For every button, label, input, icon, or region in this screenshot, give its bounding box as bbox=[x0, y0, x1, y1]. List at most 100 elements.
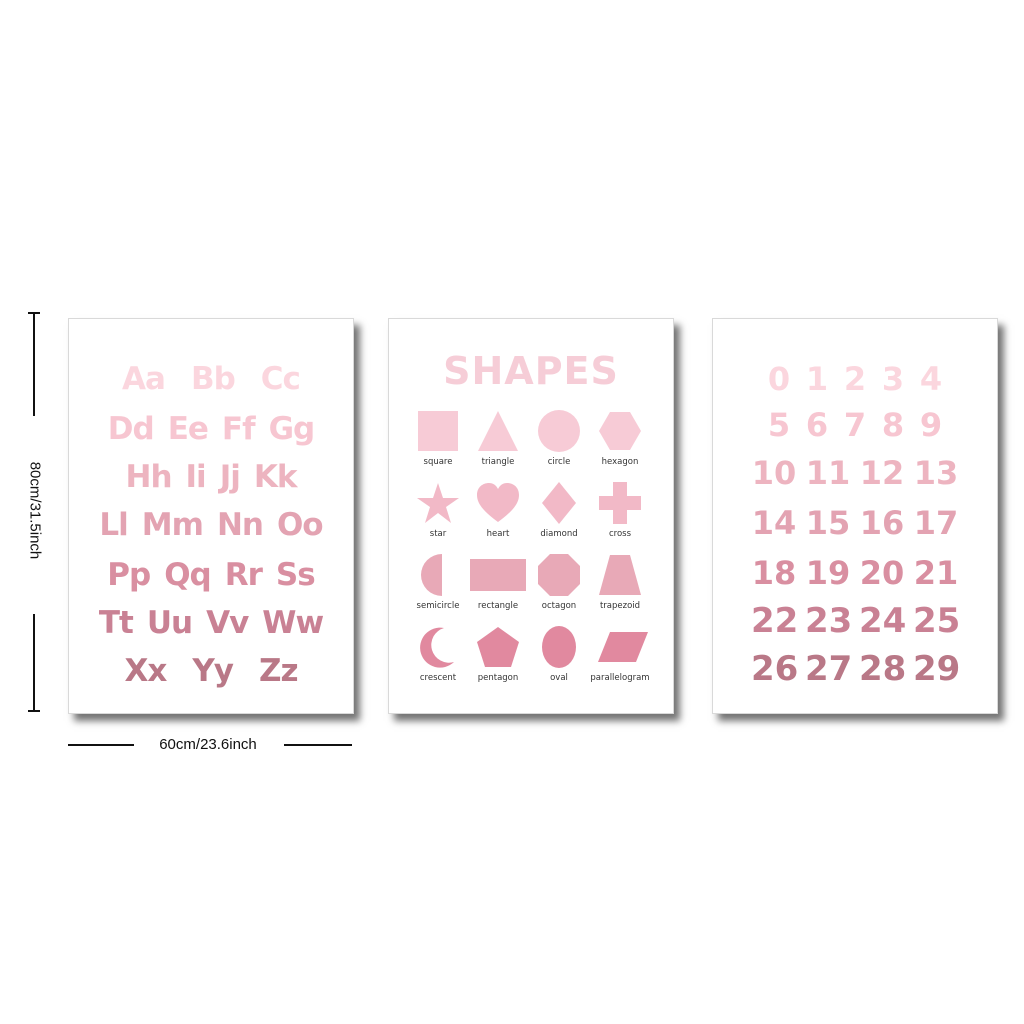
alphabet-letter-pair: Zz bbox=[259, 653, 299, 689]
number-glyph: 24 bbox=[859, 601, 907, 641]
number-glyph: 23 bbox=[805, 601, 853, 641]
height-dimension-tick-bottom bbox=[28, 710, 40, 712]
alphabet-letter-pair: Rr bbox=[224, 557, 263, 593]
alphabet-row: Pp Qq Rr Ss bbox=[69, 555, 353, 595]
number-glyph: 5 bbox=[767, 406, 791, 444]
alphabet-row: Hh Ii Jj Kk bbox=[69, 457, 353, 497]
height-dimension-label: 80cm/31.5inch bbox=[26, 461, 44, 560]
star-shape-icon bbox=[417, 483, 459, 523]
alphabet-letter-pair: Ss bbox=[275, 557, 316, 593]
octagon-shape-icon bbox=[538, 554, 580, 596]
number-glyph: 12 bbox=[859, 454, 905, 492]
alphabet-row: Tt Uu Vv Ww bbox=[69, 603, 353, 643]
numbers-row: 18 19 20 21 bbox=[713, 553, 997, 593]
alphabet-letter-pair: Aa bbox=[122, 361, 166, 397]
alphabet-letter-pair: Ee bbox=[167, 411, 209, 447]
number-glyph: 6 bbox=[805, 406, 829, 444]
number-glyph: 7 bbox=[843, 406, 867, 444]
pentagon-shape-icon bbox=[477, 627, 519, 667]
numbers-row: 01234 bbox=[713, 359, 997, 399]
numbers-row: 14 15 16 17 bbox=[713, 503, 997, 543]
shape-card-cross: cross bbox=[585, 481, 655, 541]
alphabet-letter-pair: Ll bbox=[99, 507, 128, 543]
width-dimension-label: 60cm/23.6inch bbox=[159, 736, 257, 753]
alphabet-letter-pair: Kk bbox=[253, 459, 298, 495]
diamond-shape-icon bbox=[542, 482, 576, 524]
height-dimension-line-top bbox=[33, 312, 35, 416]
numbers-row: 56789 bbox=[713, 405, 997, 445]
number-glyph: 2 bbox=[843, 360, 867, 398]
number-glyph: 26 bbox=[751, 649, 799, 689]
alphabet-letter-pair: Ff bbox=[221, 411, 256, 447]
number-glyph: 10 bbox=[751, 454, 797, 492]
shape-card-parallelogram: parallelogram bbox=[585, 625, 655, 685]
width-dimension-line-left bbox=[68, 744, 134, 746]
semicircle-shape-icon bbox=[421, 554, 442, 596]
alphabet-letter-pair: Nn bbox=[216, 507, 264, 543]
numbers-row: 26 27 28 29 bbox=[713, 649, 997, 689]
circle-shape-icon bbox=[538, 410, 580, 452]
alphabet-letter-pair: Uu bbox=[146, 605, 193, 641]
number-glyph: 3 bbox=[881, 360, 905, 398]
shape-label: cross bbox=[608, 529, 632, 539]
number-glyph: 29 bbox=[913, 649, 961, 689]
number-glyph: 22 bbox=[751, 601, 799, 641]
alphabet-letter-pair: Bb bbox=[190, 361, 236, 397]
number-glyph: 0 bbox=[767, 360, 791, 398]
number-glyph: 13 bbox=[913, 454, 959, 492]
shape-card-hexagon: hexagon bbox=[585, 409, 655, 469]
shape-label: trapezoid bbox=[599, 601, 641, 611]
oval-shape-icon bbox=[542, 626, 576, 668]
height-dimension-line-bottom bbox=[33, 614, 35, 712]
alphabet-letter-pair: Vv bbox=[206, 605, 249, 641]
alphabet-poster: Aa Bb Cc Dd Ee Ff Gg Hh Ii Jj Kk Ll Mm Nn Oo Pp Qq Rr Ss Tt… bbox=[68, 318, 354, 714]
alphabet-letter-pair: Cc bbox=[260, 361, 301, 397]
number-glyph: 4 bbox=[919, 360, 943, 398]
alphabet-row: Ll Mm Nn Oo bbox=[69, 505, 353, 545]
triangle-shape-icon bbox=[478, 411, 518, 451]
hexagon-shape-icon bbox=[599, 412, 641, 450]
rectangle-shape-icon bbox=[470, 559, 526, 591]
number-glyph: 27 bbox=[805, 649, 853, 689]
alphabet-row: Dd Ee Ff Gg bbox=[69, 409, 353, 449]
number-glyph: 25 bbox=[913, 601, 961, 641]
shapes-poster: SHAPES square triangle circle hexagon star he… bbox=[388, 318, 674, 714]
number-glyph: 17 bbox=[913, 504, 959, 542]
alphabet-row: Aa Bb Cc bbox=[69, 359, 353, 399]
number-glyph: 9 bbox=[919, 406, 943, 444]
number-glyph: 8 bbox=[881, 406, 905, 444]
number-glyph: 14 bbox=[751, 504, 797, 542]
alphabet-letter-pair: Yy bbox=[192, 653, 234, 689]
alphabet-letter-pair: Pp bbox=[107, 557, 151, 593]
crescent-shape-icon bbox=[420, 627, 454, 668]
shape-label: parallelogram bbox=[590, 673, 650, 683]
alphabet-letter-pair: Qq bbox=[164, 557, 212, 593]
alphabet-letter-pair: Ii bbox=[185, 459, 207, 495]
number-glyph: 1 bbox=[805, 360, 829, 398]
number-glyph: 11 bbox=[805, 454, 851, 492]
alphabet-letter-pair: Hh bbox=[125, 459, 173, 495]
numbers-poster: 0 1 2 3 4 5 6 7 8 9 10 11 12 13 14 15 16 17 18 19 20 21 22 23 24… bbox=[712, 318, 998, 714]
alphabet-letter-pair: Jj bbox=[219, 459, 241, 495]
shapes-poster-title: SHAPES bbox=[443, 349, 619, 393]
number-glyph: 20 bbox=[859, 554, 905, 592]
trapezoid-shape-icon bbox=[599, 555, 641, 595]
parallelogram-shape-icon bbox=[598, 632, 648, 662]
number-glyph: 15 bbox=[805, 504, 851, 542]
square-shape-icon bbox=[418, 411, 458, 451]
cross-shape-icon bbox=[599, 482, 641, 524]
numbers-row: 10 11 12 13 bbox=[713, 453, 997, 493]
numbers-row: 22 23 24 25 bbox=[713, 601, 997, 641]
number-glyph: 21 bbox=[913, 554, 959, 592]
alphabet-letter-pair: Oo bbox=[276, 507, 324, 543]
number-glyph: 19 bbox=[805, 554, 851, 592]
alphabet-letter-pair: Xx bbox=[124, 653, 167, 689]
heart-shape-icon bbox=[477, 483, 519, 522]
alphabet-letter-pair: Gg bbox=[268, 411, 316, 447]
number-glyph: 28 bbox=[859, 649, 907, 689]
alphabet-letter-pair: Ww bbox=[262, 605, 324, 641]
number-glyph: 18 bbox=[751, 554, 797, 592]
shape-label: hexagon bbox=[601, 457, 639, 467]
shape-card-trapezoid: trapezoid bbox=[585, 553, 655, 613]
number-glyph: 16 bbox=[859, 504, 905, 542]
